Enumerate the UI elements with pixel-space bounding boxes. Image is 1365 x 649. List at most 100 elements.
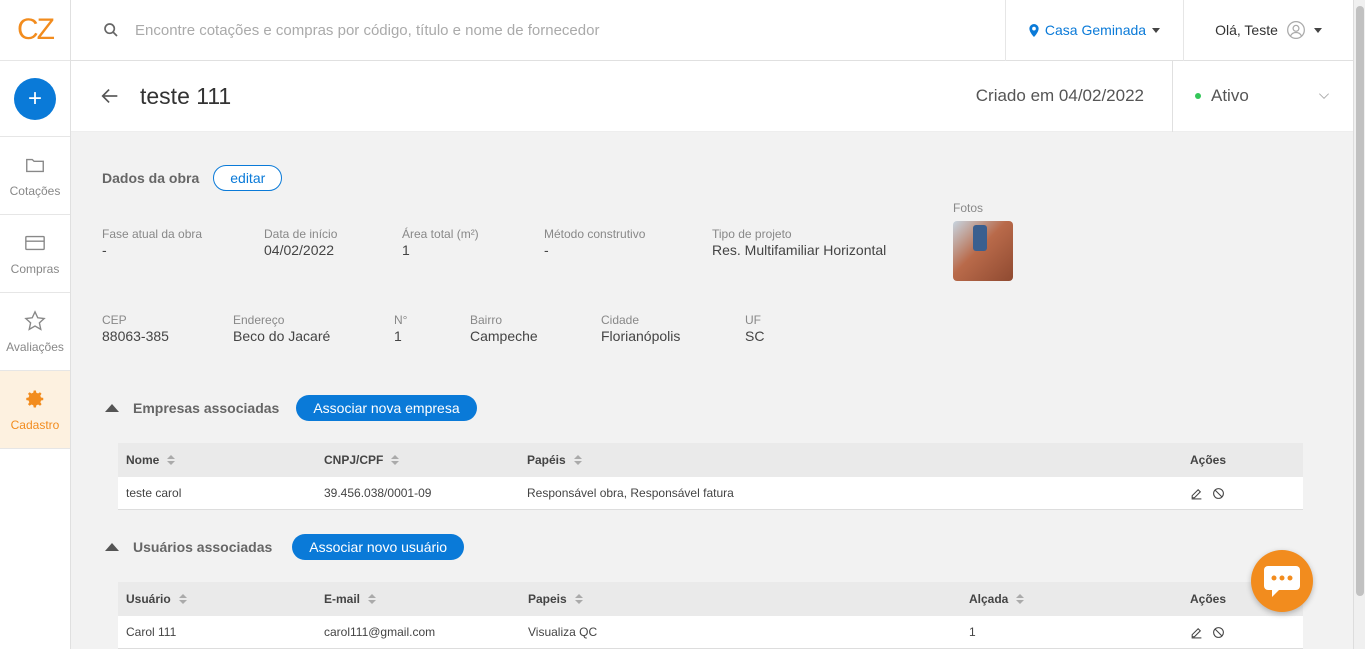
- sidebar-item-cotacoes[interactable]: Cotações: [0, 137, 70, 215]
- field-value: 1: [394, 328, 402, 344]
- column-label: E-mail: [324, 592, 361, 606]
- row-actions: [1182, 487, 1225, 500]
- search-icon: [104, 23, 118, 37]
- obra-photo-thumbnail[interactable]: [953, 221, 1013, 281]
- location-selector[interactable]: Casa Geminada: [1005, 0, 1183, 61]
- sort-icon: [573, 455, 582, 465]
- column-label: Ações: [1190, 453, 1227, 467]
- field-value: Beco do Jacaré: [233, 328, 331, 344]
- cell-papeis: Visualiza QC: [528, 625, 598, 639]
- table-row: teste carol 39.456.038/0001-09 Responsáv…: [118, 477, 1303, 510]
- field-label: Bairro: [470, 313, 503, 327]
- col-usuario[interactable]: Usuário: [118, 592, 316, 606]
- column-label: Papeis: [528, 592, 567, 606]
- sort-icon: [368, 594, 377, 604]
- field-metodo: Método construtivo -: [544, 227, 645, 259]
- field-area: Área total (m²) 1: [402, 227, 479, 259]
- sidebar-item-cadastro[interactable]: Cadastro: [0, 371, 70, 449]
- field-value: -: [544, 242, 549, 258]
- field-label: N°: [394, 313, 408, 327]
- field-label: Fase atual da obra: [102, 227, 203, 241]
- col-email[interactable]: E-mail: [316, 592, 520, 606]
- cell-usuario: Carol 111: [126, 625, 177, 639]
- collapse-toggle-icon[interactable]: [105, 543, 119, 551]
- cell-papeis: Responsável obra, Responsável fatura: [527, 486, 734, 500]
- column-label: Usuário: [126, 592, 171, 606]
- field-value: 04/02/2022: [264, 242, 335, 258]
- field-tipo-projeto: Tipo de projeto Res. Multifamiliar Horiz…: [712, 227, 886, 259]
- new-button[interactable]: +: [14, 77, 56, 120]
- field-data-inicio: Data de início 04/02/2022: [264, 227, 337, 259]
- sidebar-item-label: Cotações: [9, 183, 61, 198]
- col-acoes: Ações: [1182, 592, 1226, 606]
- add-usuario-button[interactable]: Associar novo usuário: [292, 534, 465, 560]
- field-value: Campeche: [470, 328, 538, 344]
- col-papeis[interactable]: Papéis: [519, 453, 1182, 467]
- col-alcada[interactable]: Alçada: [961, 592, 1182, 606]
- scrollbar[interactable]: [1353, 0, 1365, 649]
- field-value: SC: [745, 328, 765, 344]
- sidebar-item-compras[interactable]: Compras: [0, 215, 70, 293]
- field-label: Método construtivo: [544, 227, 646, 241]
- sidebar-item-label: Compras: [10, 261, 60, 276]
- user-greeting: Olá, Teste: [1215, 22, 1278, 38]
- edit-button[interactable]: editar: [213, 165, 283, 191]
- chat-button[interactable]: [1251, 550, 1313, 612]
- table-header: Usuário E-mail Papeis Alçada Ações: [118, 582, 1303, 616]
- field-label: Endereço: [233, 313, 285, 327]
- sort-icon: [574, 594, 583, 604]
- folder-icon: [26, 158, 44, 172]
- block-icon[interactable]: [1212, 487, 1225, 500]
- edit-pencil-icon[interactable]: [1190, 487, 1203, 500]
- user-menu[interactable]: Olá, Teste: [1183, 0, 1353, 61]
- sort-icon: [391, 455, 400, 465]
- chevron-down-icon: [1152, 27, 1161, 33]
- field-value: 1: [402, 242, 410, 258]
- field-value: Florianópolis: [601, 328, 681, 344]
- field-label: Fotos: [953, 201, 984, 215]
- field-fotos: Fotos: [953, 201, 1013, 281]
- scrollbar-thumb[interactable]: [1356, 6, 1364, 596]
- field-value: -: [102, 242, 107, 258]
- usuarios-section-title: Usuários associadas: [133, 539, 273, 555]
- field-value: Res. Multifamiliar Horizontal: [712, 242, 887, 258]
- empresas-section-title: Empresas associadas: [133, 400, 280, 416]
- col-acoes: Ações: [1182, 453, 1226, 467]
- back-arrow-icon[interactable]: [99, 85, 121, 107]
- logo[interactable]: CZ: [0, 0, 70, 61]
- field-value: 88063-385: [102, 328, 169, 344]
- sidebar-item-avaliacoes[interactable]: Avaliações: [0, 293, 70, 371]
- search-input[interactable]: [135, 21, 735, 39]
- obra-section-head: Dados da obra editar: [102, 165, 283, 191]
- collapse-toggle-icon[interactable]: [105, 404, 119, 412]
- sort-icon: [167, 455, 176, 465]
- edit-pencil-icon[interactable]: [1190, 626, 1203, 639]
- field-fase: Fase atual da obra -: [102, 227, 202, 259]
- table-header: Nome CNPJ/CPF Papéis Ações: [118, 443, 1303, 477]
- created-date: Criado em 04/02/2022: [975, 86, 1144, 105]
- field-label: Cidade: [601, 313, 640, 327]
- location-pin-icon: [1029, 23, 1039, 37]
- column-label: Alçada: [969, 592, 1009, 606]
- cell-email: carol111@gmail.com: [324, 625, 436, 639]
- field-uf: UF SC: [745, 313, 764, 345]
- cell-alcada: 1: [969, 625, 976, 639]
- status-dot: [1195, 93, 1201, 99]
- chat-bubble-icon: [1264, 566, 1300, 597]
- column-label: CNPJ/CPF: [324, 453, 384, 467]
- field-label: Área total (m²): [402, 227, 479, 241]
- add-empresa-button[interactable]: Associar nova empresa: [296, 395, 477, 421]
- page-header: teste 111 Criado em 04/02/2022 Ativo: [71, 60, 1353, 132]
- col-cnpj[interactable]: CNPJ/CPF: [316, 453, 519, 467]
- sidebar: CZ + Cotações Compras Avaliações Cadastr…: [0, 0, 71, 649]
- col-nome[interactable]: Nome: [118, 453, 316, 467]
- status-dropdown[interactable]: Ativo: [1172, 60, 1353, 132]
- empresas-table: Nome CNPJ/CPF Papéis Ações teste carol 3…: [118, 443, 1303, 510]
- cell-cnpj: 39.456.038/0001-09: [324, 486, 432, 500]
- sort-icon: [1016, 594, 1025, 604]
- field-cep: CEP 88063-385: [102, 313, 169, 345]
- col-papeis[interactable]: Papeis: [520, 592, 961, 606]
- page-title: teste 111: [140, 82, 232, 109]
- table-row: Carol 111 carol111@gmail.com Visualiza Q…: [118, 616, 1303, 649]
- block-icon[interactable]: [1212, 626, 1225, 639]
